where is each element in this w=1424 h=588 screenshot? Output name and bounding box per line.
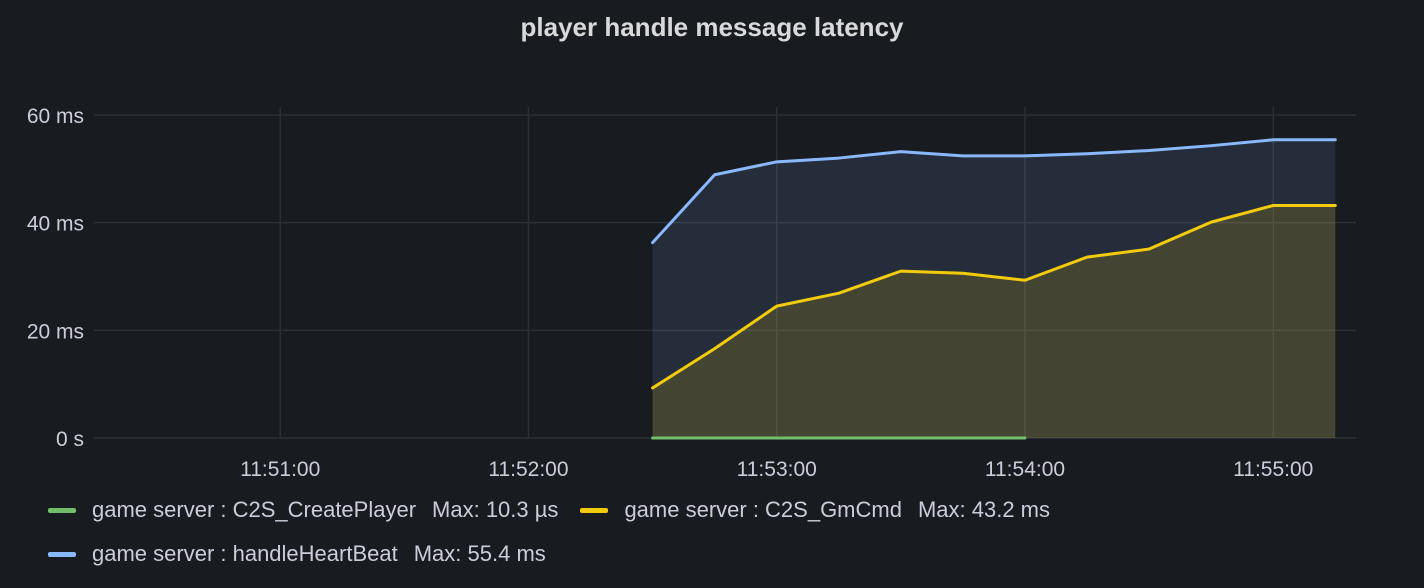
legend-item-gmcmd[interactable]: game server : C2S_GmCmd Max: 43.2 ms xyxy=(580,497,1050,523)
legend-series-name: game server : C2S_GmCmd xyxy=(624,497,902,522)
legend-series-max: Max: 43.2 ms xyxy=(917,497,1051,522)
legend: game server : C2S_CreatePlayer Max: 10.3… xyxy=(48,488,1408,576)
y-tick-label: 20 ms xyxy=(27,320,84,343)
legend-series-name: game server : handleHeartBeat xyxy=(92,541,398,566)
legend-series-max: Max: 55.4 ms xyxy=(413,541,546,566)
x-tick-label: 11:55:00 xyxy=(1233,458,1313,481)
legend-item-create-player[interactable]: game server : C2S_CreatePlayer Max: 10.3… xyxy=(48,497,558,523)
legend-series-max: Max: 10.3 µs xyxy=(432,497,559,522)
x-tick-label: 11:53:00 xyxy=(737,458,817,481)
x-tick-label: 11:51:00 xyxy=(240,458,320,481)
y-tick-label: 40 ms xyxy=(27,213,84,236)
legend-row: game server : C2S_CreatePlayer Max: 10.3… xyxy=(48,488,1408,532)
legend-series-name: game server : C2S_CreatePlayer xyxy=(92,497,417,522)
legend-swatch-heartbeat xyxy=(48,551,76,557)
legend-item-heartbeat[interactable]: game server : handleHeartBeat Max: 55.4 … xyxy=(48,541,546,567)
x-tick-label: 11:54:00 xyxy=(985,458,1065,481)
chart-plot[interactable]: 0 s 20 ms 40 ms 60 ms 11:51:00 11:52:00 11:53:… xyxy=(0,0,1424,488)
legend-row: game server : handleHeartBeat Max: 55.4 … xyxy=(48,532,1408,576)
chart-panel: player handle message latency 0 s 20 ms 40… xyxy=(0,0,1424,588)
legend-swatch-create-player xyxy=(48,507,76,513)
y-tick-label: 60 ms xyxy=(27,105,84,128)
x-tick-label: 11:52:00 xyxy=(488,458,568,481)
legend-swatch-gmcmd xyxy=(580,507,609,513)
y-tick-label: 0 s xyxy=(56,428,84,451)
